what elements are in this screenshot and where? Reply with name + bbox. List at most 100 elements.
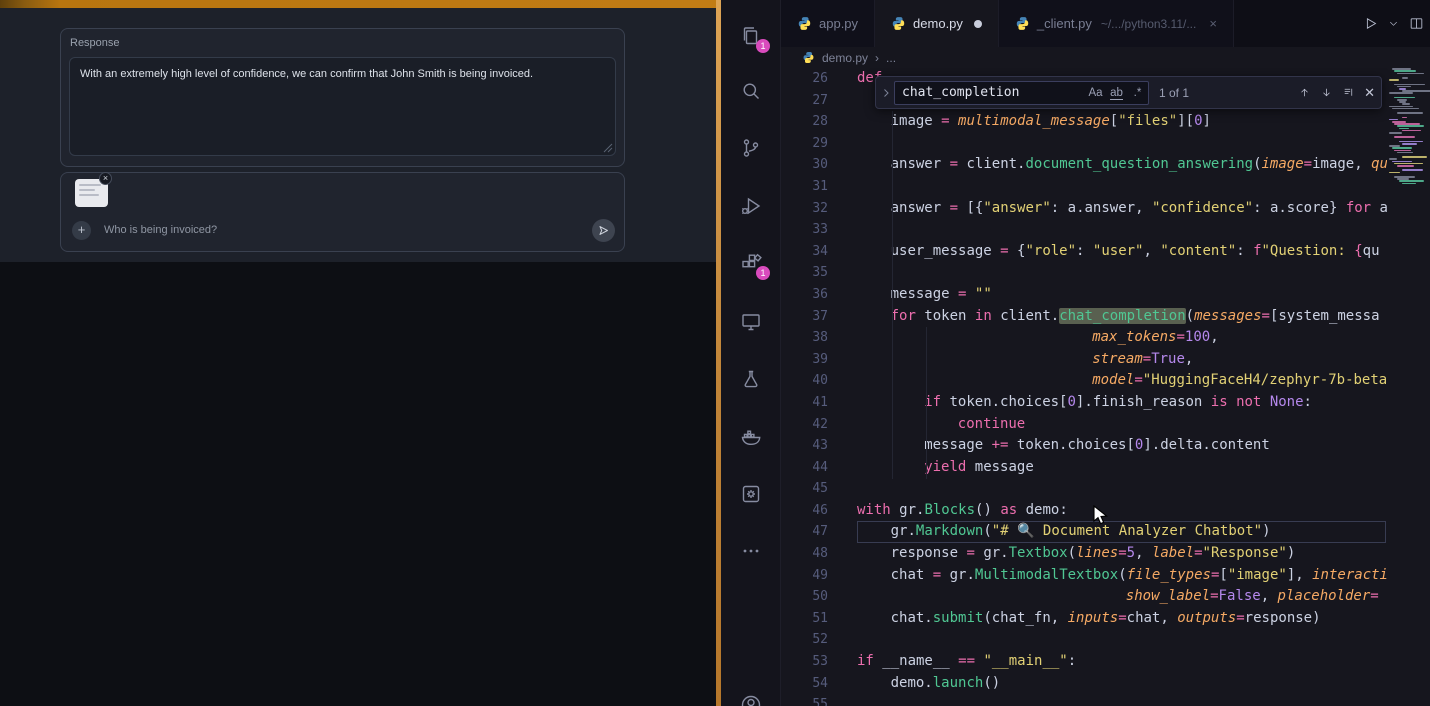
code-line-35[interactable]: 35 [781,262,1430,284]
run-dropdown-chevron-icon[interactable] [1388,18,1399,29]
resize-grip-icon[interactable] [603,143,613,153]
line-number[interactable]: 27 [781,90,828,112]
line-number[interactable]: 43 [781,435,828,457]
remove-image-button[interactable]: × [99,172,112,185]
tab-demo-py[interactable]: demo.py [875,0,999,47]
activity-more[interactable] [739,539,763,563]
code-line-53[interactable]: 53if __name__ == "__main__": [781,651,1430,673]
code-line-28[interactable]: 28image = multimodal_message["files"][0] [781,111,1430,133]
activity-search[interactable] [739,79,763,103]
match-case-toggle[interactable]: Aa [1085,87,1106,99]
code-line-39[interactable]: 39stream=True, [781,349,1430,371]
activity-testing[interactable] [739,367,763,391]
line-number[interactable]: 45 [781,478,828,500]
code-line-44[interactable]: 44yield message [781,457,1430,479]
chat-input-placeholder[interactable]: Who is being invoiced? [104,224,217,236]
tab-client-py[interactable]: _client.py ~/.../python3.11/... × [999,0,1234,47]
line-number[interactable]: 40 [781,370,828,392]
line-number[interactable]: 29 [781,133,828,155]
code-line-33[interactable]: 33 [781,219,1430,241]
code-line-41[interactable]: 41if token.choices[0].finish_reason is n… [781,392,1430,414]
activity-environments[interactable] [739,482,763,506]
run-button[interactable] [1363,16,1378,31]
code-line-30[interactable]: 30answer = client.document_question_answ… [781,154,1430,176]
tab-close-icon[interactable]: × [1209,16,1217,31]
find-query-text[interactable]: chat_completion [902,85,1085,100]
code-line-51[interactable]: 51chat.submit(chat_fn, inputs=chat, outp… [781,608,1430,630]
code-line-38[interactable]: 38max_tokens=100, [781,327,1430,349]
line-number[interactable]: 42 [781,414,828,436]
line-number[interactable]: 46 [781,500,828,522]
line-number[interactable]: 53 [781,651,828,673]
find-input[interactable]: chat_completion Aa ab .* [894,81,1149,105]
toggle-replace-chevron-icon[interactable] [878,77,894,108]
code-line-40[interactable]: 40model="HuggingFaceH4/zephyr-7b-beta [781,370,1430,392]
split-editor-button[interactable] [1409,16,1424,31]
line-number[interactable]: 52 [781,629,828,651]
code-line-50[interactable]: 50show_label=False, placeholder= [781,586,1430,608]
breadcrumb-symbol[interactable]: ... [886,51,896,65]
modified-dot[interactable] [974,20,982,28]
line-number[interactable]: 51 [781,608,828,630]
code-line-45[interactable]: 45 [781,478,1430,500]
line-number[interactable]: 49 [781,565,828,587]
flask-icon [739,367,763,391]
activity-source-control[interactable] [739,136,763,160]
code-line-32[interactable]: 32answer = [{"answer": a.answer, "confid… [781,198,1430,220]
breadcrumb-separator-icon: › [875,51,879,65]
code-line-48[interactable]: 48response = gr.Textbox(lines=5, label="… [781,543,1430,565]
whole-word-toggle[interactable]: ab [1106,87,1127,99]
activity-run-debug[interactable] [739,194,763,218]
line-number[interactable]: 39 [781,349,828,371]
activity-docker[interactable] [739,425,763,449]
code-line-55[interactable]: 55 [781,694,1430,706]
line-number[interactable]: 34 [781,241,828,263]
regex-toggle[interactable]: .* [1127,87,1148,99]
line-number[interactable]: 50 [781,586,828,608]
line-number[interactable]: 44 [781,457,828,479]
code-line-46[interactable]: 46with gr.Blocks() as demo: [781,500,1430,522]
response-textarea[interactable]: With an extremely high level of confiden… [69,57,616,156]
tab-label: _client.py [1037,16,1092,31]
activity-explorer[interactable]: 1 [739,24,763,48]
minimap[interactable] [1387,68,1430,706]
code-line-42[interactable]: 42continue [781,414,1430,436]
code-line-43[interactable]: 43message += token.choices[0].delta.cont… [781,435,1430,457]
code-editor[interactable]: 26def2728image = multimodal_message["fil… [781,68,1430,706]
line-number[interactable]: 35 [781,262,828,284]
breadcrumb-file[interactable]: demo.py [822,51,868,65]
line-number[interactable]: 41 [781,392,828,414]
code-line-52[interactable]: 52 [781,629,1430,651]
line-number[interactable]: 33 [781,219,828,241]
line-number[interactable]: 31 [781,176,828,198]
code-line-37[interactable]: 37for token in client.chat_completion(me… [781,306,1430,328]
code-line-54[interactable]: 54demo.launch() [781,673,1430,695]
code-line-49[interactable]: 49chat = gr.MultimodalTextbox(file_types… [781,565,1430,587]
previous-match-button[interactable] [1298,86,1311,99]
code-line-34[interactable]: 34user_message = {"role": "user", "conte… [781,241,1430,263]
line-number[interactable]: 28 [781,111,828,133]
find-in-selection-button[interactable] [1342,86,1355,99]
line-number[interactable]: 47 [781,521,828,543]
code-line-47[interactable]: 47gr.Markdown("# 🔍 Document Analyzer Cha… [781,521,1430,543]
send-button[interactable] [592,219,615,242]
line-number[interactable]: 38 [781,327,828,349]
code-line-31[interactable]: 31 [781,176,1430,198]
code-line-29[interactable]: 29 [781,133,1430,155]
line-number[interactable]: 37 [781,306,828,328]
line-number[interactable]: 30 [781,154,828,176]
line-number[interactable]: 54 [781,673,828,695]
add-file-button[interactable]: + [72,221,91,240]
close-find-button[interactable]: ✕ [1364,85,1375,101]
line-number[interactable]: 55 [781,694,828,706]
tab-app-py[interactable]: app.py [781,0,875,47]
activity-remote-explorer[interactable] [739,310,763,334]
next-match-button[interactable] [1320,86,1333,99]
line-number[interactable]: 48 [781,543,828,565]
line-number[interactable]: 26 [781,68,828,90]
code-line-36[interactable]: 36message = "" [781,284,1430,306]
activity-extensions[interactable]: 1 [739,251,763,275]
activity-account[interactable] [739,693,763,706]
line-number[interactable]: 36 [781,284,828,306]
line-number[interactable]: 32 [781,198,828,220]
